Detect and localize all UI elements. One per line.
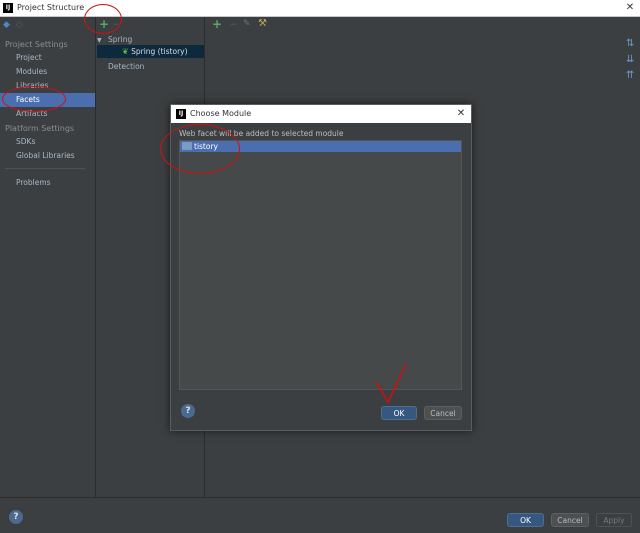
- module-list[interactable]: tistory: [179, 140, 462, 390]
- sidebar-item-project[interactable]: Project: [0, 51, 95, 65]
- ok-button[interactable]: OK: [507, 513, 544, 527]
- annotation-circle-module: [160, 124, 240, 174]
- project-settings-header: Project Settings: [5, 40, 68, 49]
- tree-node-spring-tistory[interactable]: ❦ Spring (tistory): [122, 47, 188, 56]
- edit-pencil-icon[interactable]: ✎: [243, 19, 251, 29]
- sidebar-item-global-libraries[interactable]: Global Libraries: [0, 149, 95, 163]
- tree-node-spring-label: Spring: [108, 35, 133, 44]
- side-toolbar: ⇅ ⇊ ⇈: [626, 36, 634, 84]
- dialog-close-button[interactable]: ✕: [453, 106, 469, 122]
- expand-arrow-icon[interactable]: ▼: [97, 37, 102, 44]
- sidebar-item-modules[interactable]: Modules: [0, 65, 95, 79]
- sidebar-item-problems[interactable]: Problems: [0, 176, 95, 190]
- dialog-app-icon: IJ: [176, 109, 186, 119]
- configure-tool-icon[interactable]: ⚒: [258, 18, 267, 29]
- help-icon[interactable]: ?: [9, 510, 23, 524]
- sidebar-divider: [5, 168, 85, 169]
- dialog-title: Choose Module: [190, 109, 252, 118]
- apply-button[interactable]: Apply: [596, 513, 632, 527]
- annotation-circle-add: [84, 4, 122, 34]
- platform-settings-header: Platform Settings: [5, 124, 75, 133]
- tree-node-detection[interactable]: Detection: [108, 62, 144, 71]
- expand-icon[interactable]: ⇈: [626, 68, 634, 84]
- annotation-circle-facets: [2, 86, 66, 112]
- remove-button[interactable]: −: [230, 20, 238, 30]
- back-arrow-icon[interactable]: ◆: [3, 20, 10, 30]
- intellij-app-icon: IJ: [3, 3, 13, 13]
- dialog-cancel-button[interactable]: Cancel: [424, 406, 462, 420]
- add-button[interactable]: +: [212, 17, 222, 31]
- forward-arrow-icon[interactable]: ◇: [16, 20, 23, 30]
- window-title: Project Structure: [17, 3, 85, 12]
- tree-node-spring-tistory-label: Spring (tistory): [131, 47, 188, 56]
- footer-bar: [0, 497, 640, 533]
- sidebar-item-sdks[interactable]: SDKs: [0, 135, 95, 149]
- spring-leaf-icon: ❦: [122, 47, 129, 56]
- dialog-help-icon[interactable]: ?: [181, 404, 195, 418]
- window-close-button[interactable]: ✕: [622, 0, 638, 16]
- annotation-check-mark: [375, 363, 407, 404]
- sort-icon[interactable]: ⇅: [626, 36, 634, 52]
- collapse-icon[interactable]: ⇊: [626, 52, 634, 68]
- tree-node-spring[interactable]: ▼ Spring: [97, 35, 132, 44]
- dialog-ok-button[interactable]: OK: [381, 406, 417, 420]
- cancel-button[interactable]: Cancel: [551, 513, 589, 527]
